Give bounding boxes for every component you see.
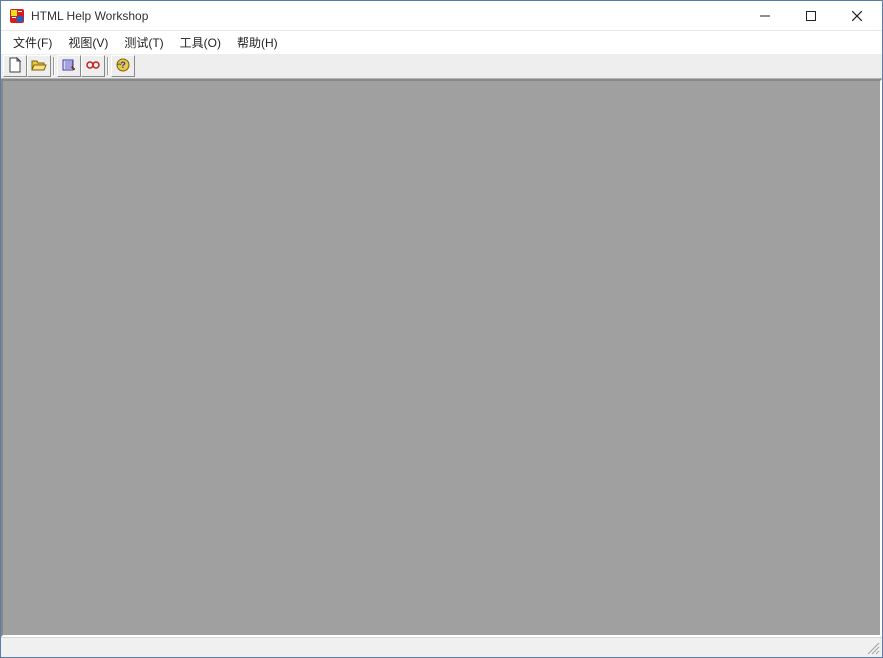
menu-help[interactable]: 帮助(H) [229,32,286,53]
toolbar: ? [1,53,882,79]
maximize-icon [806,11,816,21]
menubar: 文件(F) 视图(V) 测试(T) 工具(O) 帮助(H) [1,31,882,53]
toolbar-separator [51,55,57,77]
titlebar: HTML Help Workshop [1,1,882,31]
toolbar-open-button[interactable] [27,55,51,77]
open-folder-icon [31,57,47,76]
menu-tools[interactable]: 工具(O) [172,32,229,53]
view-compiled-icon [85,57,101,76]
svg-text:?: ? [120,60,126,70]
menu-file[interactable]: 文件(F) [5,32,60,53]
workspace-area [1,79,882,637]
menu-test[interactable]: 测试(T) [116,32,171,53]
menu-view[interactable]: 视图(V) [60,32,116,53]
toolbar-new-button[interactable] [3,55,27,77]
new-file-icon [7,57,23,76]
minimize-icon [760,11,770,21]
app-icon [9,8,25,24]
close-button[interactable] [834,1,880,31]
help-icon: ? [115,57,131,76]
statusbar [1,637,882,657]
window-controls [742,1,880,31]
resize-gripper[interactable] [864,639,880,655]
toolbar-separator [105,55,111,77]
compile-icon [61,57,77,76]
close-icon [852,11,862,21]
toolbar-help-button[interactable]: ? [111,55,135,77]
window-title: HTML Help Workshop [31,9,742,23]
minimize-button[interactable] [742,1,788,31]
maximize-button[interactable] [788,1,834,31]
gripper-icon [864,639,880,655]
toolbar-compile-button[interactable] [57,55,81,77]
toolbar-view-compiled-button[interactable] [81,55,105,77]
